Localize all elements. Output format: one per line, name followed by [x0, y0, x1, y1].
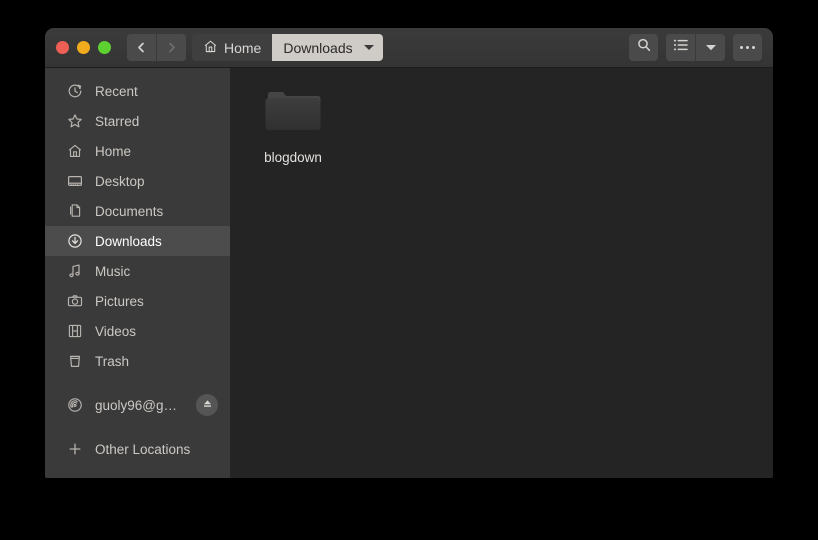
- file-manager-window: Home Downloads Recent Starred Home Deskt…: [45, 28, 773, 478]
- sidebar-item-starred[interactable]: Starred: [45, 106, 230, 136]
- sidebar-label-pictures: Pictures: [95, 293, 144, 309]
- window-body: Recent Starred Home Desktop Documents Do…: [45, 68, 773, 478]
- sidebar-label-home: Home: [95, 143, 132, 159]
- plus-icon: [66, 441, 83, 458]
- music-note-icon: [66, 263, 83, 280]
- sidebar: Recent Starred Home Desktop Documents Do…: [45, 68, 231, 478]
- sidebar-item-recent[interactable]: Recent: [45, 76, 230, 106]
- sidebar-item-documents[interactable]: Documents: [45, 196, 230, 226]
- sidebar-label-documents: Documents: [95, 203, 164, 219]
- download-icon: [66, 233, 83, 250]
- desktop-icon: [66, 173, 83, 190]
- close-window-button[interactable]: [56, 41, 69, 54]
- breadcrumb-label-downloads: Downloads: [283, 39, 353, 56]
- chevron-left-icon: [135, 41, 148, 54]
- file-item[interactable]: blogdown: [245, 80, 341, 165]
- header-bar: Home Downloads: [45, 28, 773, 68]
- navigation-buttons: [127, 34, 186, 61]
- sidebar-item-trash[interactable]: Trash: [45, 346, 230, 376]
- desktop-background: Home Downloads Recent Starred Home Deskt…: [0, 0, 818, 540]
- trash-icon: [66, 353, 83, 370]
- view-options-group: [666, 34, 725, 61]
- camera-icon: [66, 293, 83, 310]
- documents-icon: [66, 203, 83, 220]
- sidebar-item-music[interactable]: Music: [45, 256, 230, 286]
- sidebar-label-desktop: Desktop: [95, 173, 145, 189]
- breadcrumb-item-downloads[interactable]: Downloads: [272, 34, 383, 61]
- header-tools: [629, 34, 762, 61]
- sidebar-label-downloads: Downloads: [95, 233, 162, 249]
- sidebar-item-device[interactable]: guoly96@g…: [45, 390, 230, 420]
- sidebar-label-starred: Starred: [95, 113, 140, 129]
- eject-icon: [201, 397, 214, 413]
- chevron-down-icon: [363, 45, 374, 50]
- sidebar-item-desktop[interactable]: Desktop: [45, 166, 230, 196]
- home-icon: [66, 143, 83, 160]
- breadcrumb: Home Downloads: [192, 34, 383, 61]
- breadcrumb-label-home: Home: [224, 39, 262, 56]
- sidebar-label-videos: Videos: [95, 323, 137, 339]
- sidebar-label-music: Music: [95, 263, 131, 279]
- sidebar-separator-2: [45, 420, 230, 434]
- star-icon: [66, 113, 83, 130]
- back-button[interactable]: [127, 34, 156, 61]
- sidebar-label-device: guoly96@g…: [95, 397, 178, 413]
- chevron-down-icon: [704, 39, 718, 57]
- sidebar-label-trash: Trash: [95, 353, 130, 369]
- search-icon: [636, 37, 652, 58]
- search-button[interactable]: [629, 34, 658, 61]
- network-share-icon: [66, 397, 83, 414]
- sidebar-item-pictures[interactable]: Pictures: [45, 286, 230, 316]
- sidebar-item-downloads[interactable]: Downloads: [45, 226, 230, 256]
- clock-icon: [66, 83, 83, 100]
- list-view-icon: [673, 38, 689, 57]
- forward-button[interactable]: [156, 34, 186, 61]
- chevron-right-icon: [165, 41, 178, 54]
- sidebar-separator: [45, 376, 230, 390]
- ellipsis-icon: [740, 46, 755, 49]
- home-icon: [203, 39, 218, 57]
- file-name: blogdown: [264, 150, 322, 165]
- sidebar-label-other-locations: Other Locations: [95, 441, 191, 457]
- window-controls: [56, 41, 111, 54]
- sidebar-item-other-locations[interactable]: Other Locations: [45, 434, 230, 464]
- sidebar-item-videos[interactable]: Videos: [45, 316, 230, 346]
- breadcrumb-item-home[interactable]: Home: [192, 34, 273, 61]
- sidebar-label-recent: Recent: [95, 83, 138, 99]
- maximize-window-button[interactable]: [98, 41, 111, 54]
- minimize-window-button[interactable]: [77, 41, 90, 54]
- main-menu-button[interactable]: [733, 34, 762, 61]
- list-view-button[interactable]: [666, 34, 695, 61]
- folder-icon: [262, 86, 324, 141]
- file-list-area[interactable]: blogdown: [231, 68, 773, 478]
- film-icon: [66, 323, 83, 340]
- eject-button[interactable]: [196, 394, 218, 416]
- sidebar-item-home[interactable]: Home: [45, 136, 230, 166]
- file-grid: blogdown: [245, 80, 773, 165]
- view-menu-button[interactable]: [695, 34, 725, 61]
